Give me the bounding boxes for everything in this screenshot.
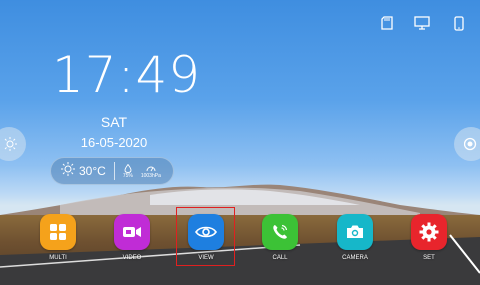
call-icon	[273, 224, 288, 239]
left-side-button[interactable]	[0, 127, 26, 161]
brightness-icon	[4, 137, 17, 151]
phone-icon[interactable]	[450, 14, 468, 32]
video-icon	[123, 227, 141, 237]
app-set[interactable]: SET	[407, 214, 451, 261]
app-call-label: CALL	[272, 255, 288, 261]
app-multi[interactable]: MULTI	[36, 214, 80, 261]
pressure-indicator: 1003hPa	[141, 164, 161, 179]
app-video[interactable]: VIDEO	[110, 214, 154, 261]
grid-icon	[50, 224, 66, 240]
clock-date: 16-05-2020	[80, 135, 148, 150]
gauge-icon	[146, 166, 156, 171]
app-camera[interactable]: CAMERA	[333, 214, 377, 261]
clock-time[interactable]: 17:49	[52, 50, 201, 100]
app-camera-label: CAMERA	[342, 255, 368, 261]
app-call[interactable]: CALL	[258, 214, 302, 261]
droplet-icon	[124, 163, 132, 173]
sd-card-icon	[378, 14, 396, 32]
app-call-tile[interactable]	[262, 214, 298, 250]
app-multi-tile[interactable]	[40, 214, 76, 250]
home-circle-icon	[464, 137, 477, 151]
app-multi-label: MULTI	[49, 255, 67, 261]
status-bar	[378, 14, 468, 32]
weather-divider	[113, 162, 115, 180]
camera-icon	[347, 225, 363, 238]
humidity-indicator: 75%	[122, 163, 133, 179]
weather-pressure: 1003hPa	[140, 172, 161, 179]
weather-widget[interactable]: 30°C 75% 1003hPa	[50, 157, 174, 185]
app-video-label: VIDEO	[122, 255, 142, 261]
sun-icon	[61, 161, 75, 181]
app-set-tile[interactable]	[411, 214, 447, 250]
clock-day: SAT	[100, 114, 128, 130]
selection-highlight	[176, 207, 235, 266]
home-screen: 17:49 SAT 16-05-2020 30°C 75% 1003hPa MU…	[0, 0, 480, 285]
app-video-tile[interactable]	[114, 214, 150, 250]
weather-humidity: 75%	[122, 172, 133, 179]
app-camera-tile[interactable]	[337, 214, 373, 250]
right-side-button[interactable]	[454, 127, 480, 161]
screen-mirror-icon[interactable]	[414, 14, 432, 32]
app-dock: MULTI VIDEO VIEW CALL CAMERA SET	[0, 210, 480, 270]
app-set-label: SET	[423, 255, 435, 261]
gear-icon	[419, 222, 439, 242]
weather-temperature: 30°C	[79, 164, 106, 178]
